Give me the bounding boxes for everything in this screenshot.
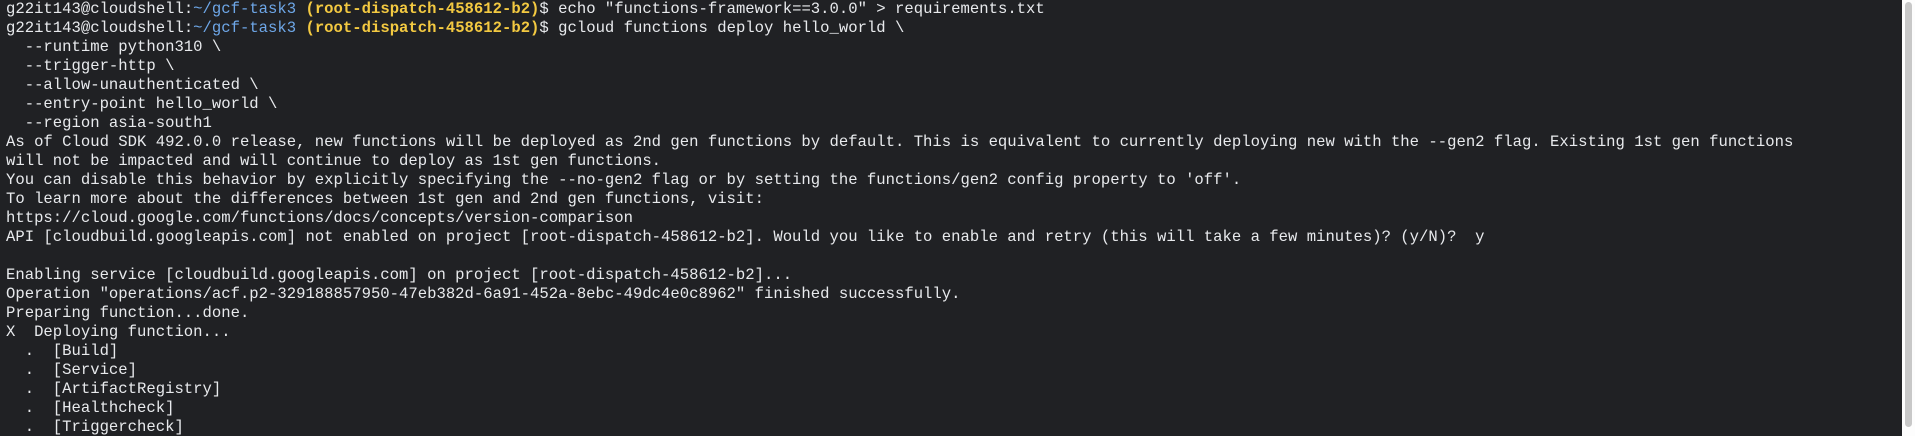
output-line: . [Triggercheck] bbox=[6, 418, 184, 436]
prompt-symbol: $ bbox=[539, 19, 549, 37]
prompt-line-2: g22it143@cloudshell:~/gcf-task3 (root-di… bbox=[6, 19, 1896, 38]
output-line: Preparing function...done. bbox=[6, 304, 250, 322]
scrollbar-thumb[interactable] bbox=[1905, 2, 1912, 427]
output-line: Operation "operations/acf.p2-32918885795… bbox=[6, 285, 961, 303]
output-line: API [cloudbuild.googleapis.com] not enab… bbox=[6, 228, 1485, 246]
output-line: . [Build] bbox=[6, 342, 119, 360]
output-line: . [Service] bbox=[6, 361, 138, 379]
vertical-scrollbar[interactable] bbox=[1902, 0, 1915, 436]
prompt-path: ~/gcf-task3 bbox=[193, 19, 297, 37]
output-line: https://cloud.google.com/functions/docs/… bbox=[6, 209, 633, 227]
prompt-project: (root-dispatch-458612-b2) bbox=[305, 19, 540, 37]
prompt-separator: : bbox=[183, 19, 194, 37]
prompt-line-1: g22it143@cloudshell:~/gcf-task3 (root-di… bbox=[6, 0, 1896, 19]
output-line: --region asia-south1 bbox=[6, 114, 212, 132]
prompt-project: (root-dispatch-458612-b2) bbox=[305, 0, 540, 18]
terminal-output: g22it143@cloudshell:~/gcf-task3 (root-di… bbox=[6, 0, 1896, 436]
output-line: Enabling service [cloudbuild.googleapis.… bbox=[6, 266, 793, 284]
prompt-user-host: g22it143@cloudshell bbox=[6, 0, 184, 18]
output-line: . [ArtifactRegistry] bbox=[6, 380, 222, 398]
prompt-symbol: $ bbox=[539, 0, 549, 18]
output-line: --trigger-http \ bbox=[6, 57, 175, 75]
prompt-separator: : bbox=[183, 0, 194, 18]
output-line: --entry-point hello_world \ bbox=[6, 95, 278, 113]
cloud-shell-terminal[interactable]: g22it143@cloudshell:~/gcf-task3 (root-di… bbox=[0, 0, 1915, 436]
output-line: X Deploying function... bbox=[6, 323, 231, 341]
output-line: --allow-unauthenticated \ bbox=[6, 76, 259, 94]
command-text: echo "functions-framework==3.0.0" > requ… bbox=[558, 0, 1045, 18]
output-line: will not be impacted and will continue t… bbox=[6, 152, 662, 170]
prompt-user-host: g22it143@cloudshell bbox=[6, 19, 184, 37]
output-line: You can disable this behavior by explici… bbox=[6, 171, 1242, 189]
output-line: As of Cloud SDK 492.0.0 release, new fun… bbox=[6, 133, 1794, 151]
output-line: --runtime python310 \ bbox=[6, 38, 222, 56]
command-text: gcloud functions deploy hello_world \ bbox=[558, 19, 905, 37]
output-line: To learn more about the differences betw… bbox=[6, 190, 764, 208]
output-line: . [Healthcheck] bbox=[6, 399, 175, 417]
prompt-path: ~/gcf-task3 bbox=[193, 0, 297, 18]
